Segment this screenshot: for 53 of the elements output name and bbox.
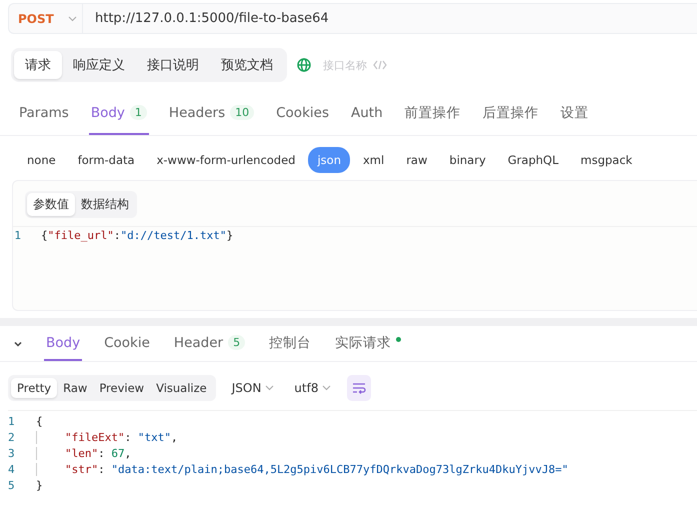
body-type-option[interactable]: none: [18, 147, 65, 173]
url-bar[interactable]: POST http://127.0.0.1:5000/file-to-base64: [8, 3, 697, 34]
response-tab[interactable]: Header 5: [172, 326, 248, 361]
response-tab[interactable]: Body: [44, 326, 82, 361]
request-tab[interactable]: Cookies: [274, 92, 331, 135]
view-mode-tab[interactable]: Pretty: [11, 378, 58, 398]
body-type-option[interactable]: GraphQL: [498, 147, 568, 173]
wrap-button[interactable]: [347, 375, 372, 401]
code-line: "str": "data:text/plain;base64,5L2g5piv6LCB77yfDQrkvaDog73lgZrku4DkuYjvvJ8=": [36, 462, 568, 476]
request-tab[interactable]: Headers 10: [166, 92, 256, 135]
line-number: 2: [8, 430, 16, 444]
response-tab[interactable]: 实际请求: [333, 326, 404, 361]
code-line: }: [36, 478, 43, 492]
encoding-select[interactable]: utf8: [290, 381, 336, 395]
code-line: {: [36, 414, 43, 428]
editor-tab[interactable]: 参数值: [27, 193, 75, 216]
format-select[interactable]: JSON: [228, 381, 278, 395]
request-tab[interactable]: Body 1: [88, 92, 149, 135]
request-tab[interactable]: Auth: [348, 92, 385, 135]
code-line: {"file_url":"d://test/1.txt"}: [41, 228, 234, 242]
mode-tab[interactable]: 请求: [14, 51, 62, 79]
line-number: 1: [8, 414, 16, 428]
view-mode-tab[interactable]: Visualize: [150, 378, 213, 398]
body-type-option[interactable]: form-data: [68, 147, 144, 173]
globe-icon[interactable]: [297, 58, 311, 72]
line-number: 3: [8, 446, 16, 460]
line-number: 1: [13, 228, 22, 242]
code-line: "len": 67,: [36, 446, 132, 460]
request-tab[interactable]: Params: [17, 92, 71, 135]
caret-icon: [265, 385, 274, 391]
body-type-option[interactable]: raw: [397, 147, 436, 173]
line-number: 5: [8, 478, 16, 492]
caret-icon: [322, 385, 332, 391]
url-text: http://127.0.0.1:5000/file-to-base64: [95, 11, 329, 26]
caret-icon: [68, 16, 77, 22]
wrap-icon: [352, 382, 366, 394]
line-number: 4: [8, 462, 16, 476]
view-mode-tab[interactable]: Raw: [57, 378, 94, 398]
mode-tab[interactable]: 预览文档: [210, 51, 284, 79]
editor-tab[interactable]: 数据结构: [75, 193, 135, 216]
request-tab[interactable]: 后置操作: [480, 92, 541, 135]
response-tab[interactable]: 控制台: [267, 326, 314, 361]
body-type-option[interactable]: msgpack: [572, 147, 642, 173]
request-tab[interactable]: 前置操作: [402, 92, 463, 135]
view-mode-tab[interactable]: Preview: [93, 378, 150, 398]
request-tab[interactable]: 设置: [558, 92, 591, 135]
code-line: "fileExt": "txt",: [36, 430, 178, 444]
mode-tab[interactable]: 响应定义: [62, 51, 136, 79]
response-tab[interactable]: Cookie: [102, 326, 152, 361]
body-type-option[interactable]: binary: [440, 147, 495, 173]
body-type-option[interactable]: xml: [354, 147, 394, 173]
body-type-option[interactable]: x-www-form-urlencoded: [148, 147, 304, 173]
mode-tab[interactable]: 接口说明: [136, 51, 210, 79]
